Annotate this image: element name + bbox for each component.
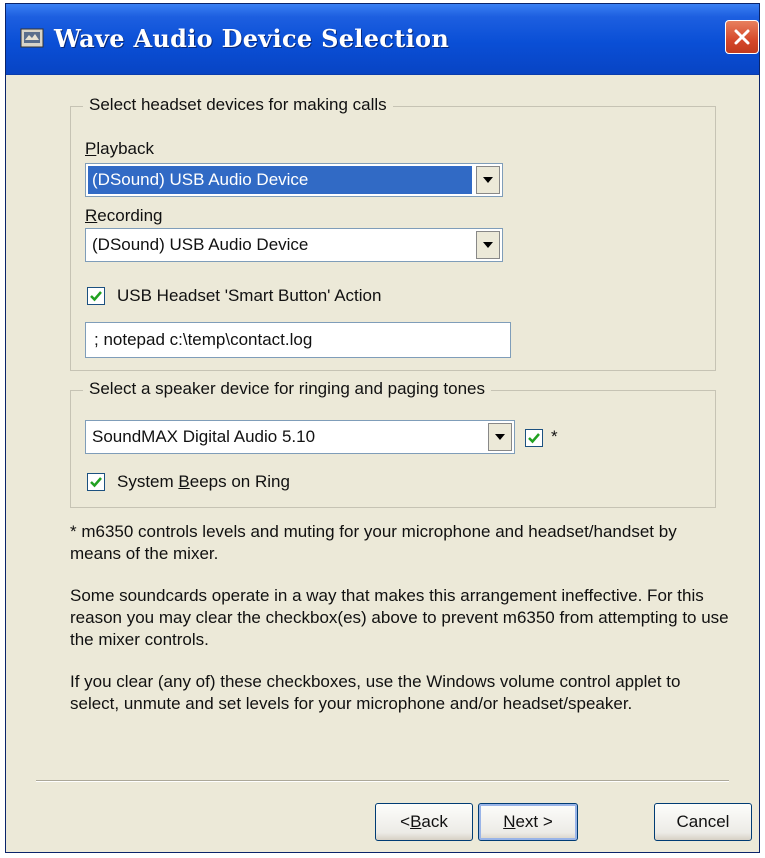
playback-dropdown-arrow[interactable] <box>476 166 500 194</box>
playback-label: Playback <box>85 139 154 158</box>
system-beeps-checkbox[interactable] <box>87 473 105 491</box>
headset-group: Select headset devices for making calls … <box>70 95 716 371</box>
check-icon <box>90 291 102 302</box>
button-separator <box>36 780 729 782</box>
headset-group-label: Select headset devices for making calls <box>83 95 393 115</box>
window-title: Wave Audio Device Selection <box>54 24 450 53</box>
volume-control-note: If you clear (any of) these checkboxes, … <box>70 672 681 713</box>
speaker-group: Select a speaker device for ringing and … <box>70 379 716 508</box>
speaker-group-label: Select a speaker device for ringing and … <box>83 379 491 399</box>
close-icon <box>734 29 750 45</box>
chevron-down-icon <box>483 242 493 248</box>
system-beeps-label: System Beeps on Ring <box>117 472 290 491</box>
mixer-note: * m6350 controls levels and muting for y… <box>70 522 677 563</box>
chevron-down-icon <box>495 434 505 440</box>
recording-label: Recording <box>85 206 163 225</box>
next-button[interactable]: Next > <box>478 803 578 841</box>
cancel-button[interactable]: Cancel <box>654 803 752 841</box>
speaker-value: SoundMAX Digital Audio 5.10 <box>92 427 316 446</box>
dialog-content: Select headset devices for making calls … <box>6 75 759 852</box>
check-icon <box>528 433 540 444</box>
speaker-mixer-checkbox[interactable] <box>525 429 543 447</box>
playback-value: (DSound) USB Audio Device <box>88 166 472 194</box>
smart-button-command-input[interactable]: ; notepad c:\temp\contact.log <box>85 322 511 358</box>
speaker-dropdown[interactable]: SoundMAX Digital Audio 5.10 <box>85 420 515 454</box>
recording-dropdown[interactable]: (DSound) USB Audio Device <box>85 228 503 262</box>
back-button[interactable]: < Back <box>375 803 473 841</box>
close-button[interactable] <box>725 20 759 54</box>
speaker-dropdown-arrow[interactable] <box>488 423 512 451</box>
app-icon <box>20 26 44 50</box>
wave-audio-dialog: Wave Audio Device Selection Select heads… <box>5 3 760 853</box>
chevron-down-icon <box>483 177 493 183</box>
title-bar[interactable]: Wave Audio Device Selection <box>6 4 759 75</box>
smart-button-label: USB Headset 'Smart Button' Action <box>117 286 382 305</box>
check-icon <box>90 477 102 488</box>
smart-button-checkbox[interactable] <box>87 287 105 305</box>
mixer-asterisk: * <box>551 427 558 446</box>
recording-value: (DSound) USB Audio Device <box>92 235 309 254</box>
soundcard-note: Some soundcards operate in a way that ma… <box>70 586 729 649</box>
recording-dropdown-arrow[interactable] <box>476 231 500 259</box>
playback-dropdown[interactable]: (DSound) USB Audio Device <box>85 163 503 197</box>
